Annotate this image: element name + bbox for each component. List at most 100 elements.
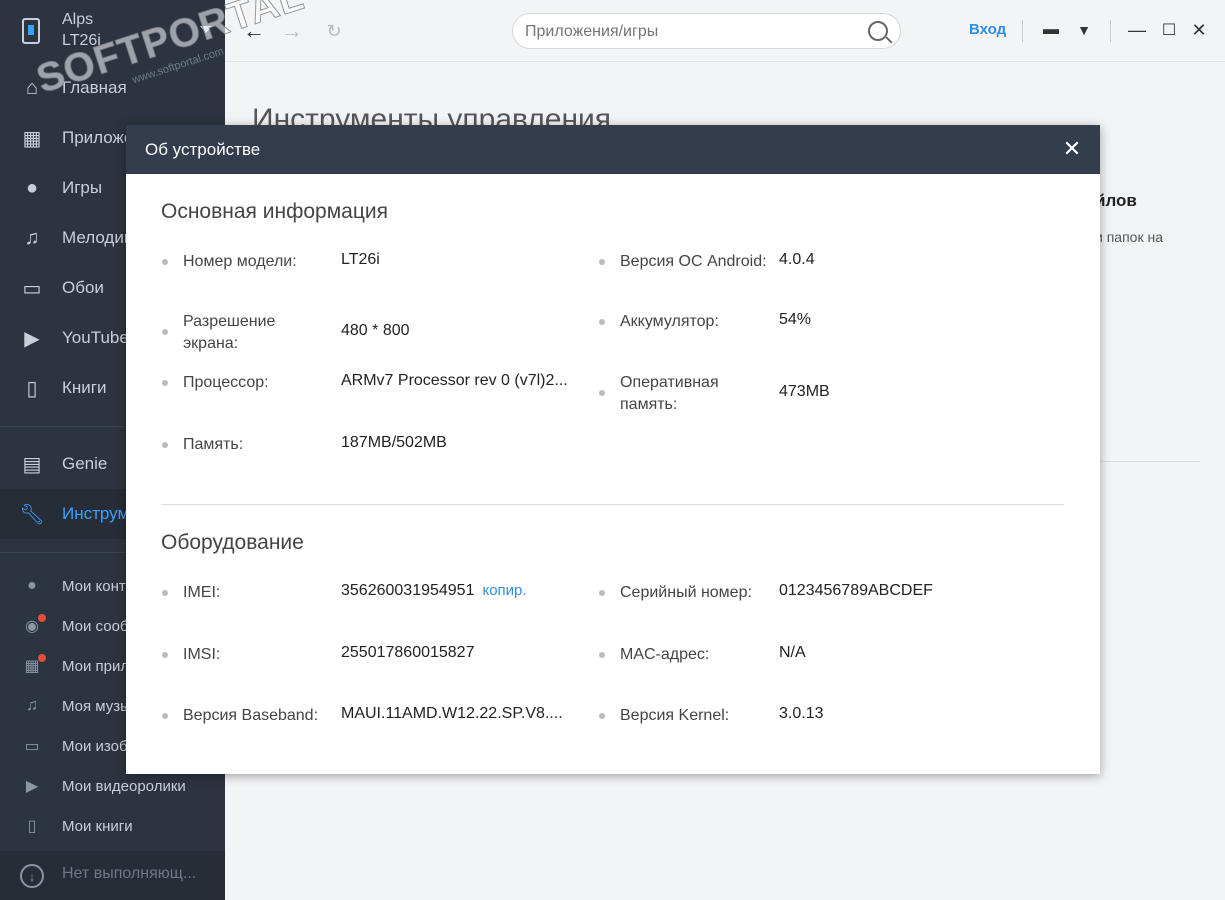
field-serial: Серийный номер: 0123456789ABCDEF — [599, 582, 1059, 632]
home-icon: ⌂ — [25, 76, 39, 99]
field-value: 3.0.13 — [779, 705, 824, 722]
bullet — [599, 713, 605, 719]
maximize-icon[interactable]: ☐ — [1157, 18, 1181, 42]
bullet — [162, 329, 168, 335]
field-model: Номер модели: LT26i — [162, 251, 592, 301]
top-bar: ← → ↻ Вход ▬ ▼ — ☐ ✕ — [225, 0, 1225, 62]
field-value: ARMv7 Processor rev 0 (v7l)2... — [341, 372, 568, 389]
card-description: и папок на — [1095, 229, 1163, 245]
field-label: Процессор: — [183, 374, 269, 391]
task-status-bar[interactable]: ↓ Нет выполняющ... — [0, 851, 225, 900]
menu-dropdown-icon[interactable]: ▼ — [1072, 18, 1096, 42]
field-value: 187MB/502MB — [341, 434, 447, 451]
field-resolution: Разрешение экрана: 480 * 800 — [162, 311, 592, 361]
bullet — [599, 390, 605, 396]
close-icon[interactable]: ✕ — [1060, 136, 1084, 161]
sidebar-item-label: Genie — [62, 454, 108, 473]
field-value: LT26i — [341, 251, 380, 268]
sidebar-item-label: Обои — [62, 278, 104, 297]
field-label: экрана: — [183, 335, 239, 352]
field-value: MAUI.11AMD.W12.22.SP.V8.... — [341, 705, 563, 722]
copy-imei-link[interactable]: копир. — [482, 582, 526, 599]
message-icon[interactable]: ▬ — [1039, 18, 1063, 42]
youtube-icon: ▶ — [24, 327, 40, 350]
field-label: память: — [620, 396, 678, 413]
field-label: Серийный номер: — [620, 584, 752, 601]
wallpaper-icon: ▭ — [22, 277, 42, 300]
search-box — [512, 13, 901, 49]
field-imei: IMEI: 356260031954951 копир. — [162, 582, 592, 632]
back-icon[interactable]: ← — [241, 18, 267, 44]
minimize-icon[interactable]: — — [1125, 18, 1149, 42]
card-title: йлов — [1095, 191, 1137, 210]
dialog-header: Об устройстве ✕ — [126, 125, 1100, 174]
field-value: N/A — [779, 644, 806, 661]
sidebar-item-label: Мелодии — [62, 228, 134, 247]
bullet — [162, 713, 168, 719]
toolbar-divider — [1110, 20, 1111, 42]
field-label: IMSI: — [183, 646, 221, 663]
bullet — [162, 590, 168, 596]
genie-icon: ▤ — [22, 453, 42, 476]
device-selector[interactable]: Alps LT26i — [0, 0, 225, 62]
bullet — [162, 442, 168, 448]
my-images-icon: ▭ — [24, 738, 40, 755]
bullet — [599, 590, 605, 596]
login-link[interactable]: Вход — [969, 21, 1006, 38]
download-icon: ↓ — [20, 864, 44, 888]
bullet — [599, 259, 605, 265]
device-info-dialog: Об устройстве ✕ Основная информация Номе… — [126, 125, 1100, 774]
section-title-hardware: Оборудование — [161, 531, 304, 554]
book-icon: ▯ — [26, 377, 38, 400]
close-window-icon[interactable]: ✕ — [1187, 18, 1211, 42]
field-imsi: IMSI: 255017860015827 — [162, 644, 592, 694]
sidebar-item-label: Мои книги — [62, 817, 133, 835]
field-label: IMEI: — [183, 584, 221, 601]
field-label: Память: — [183, 436, 244, 453]
field-battery: Аккумулятор: 54% — [599, 311, 1059, 361]
field-label: Номер модели: — [183, 253, 297, 270]
device-name: Alps — [62, 11, 94, 28]
bullet — [599, 319, 605, 325]
field-value: 54% — [779, 311, 812, 328]
forward-icon[interactable]: → — [279, 18, 305, 44]
sidebar-item-label: YouTube — [62, 328, 129, 347]
my-books-icon: ▯ — [27, 818, 37, 835]
field-label: Версия Kernel: — [620, 707, 730, 724]
notification-dot — [38, 654, 46, 662]
field-storage: Память: 187MB/502MB — [162, 434, 592, 484]
field-value: 255017860015827 — [341, 644, 475, 661]
section-divider — [161, 504, 1064, 505]
refresh-icon[interactable]: ↻ — [321, 18, 347, 44]
sidebar-item-my-books[interactable]: ▯ Мои книги — [0, 806, 225, 846]
search-icon[interactable] — [868, 21, 888, 41]
field-value: 480 * 800 — [341, 322, 410, 339]
bullet — [162, 259, 168, 265]
field-value: 356260031954951 — [341, 582, 475, 599]
sidebar-item-label: Главная — [62, 78, 127, 97]
field-label: Версия Baseband: — [183, 707, 319, 724]
task-status: Нет выполняющ... — [62, 865, 197, 882]
sidebar-item-home[interactable]: ⌂ Главная — [0, 63, 225, 113]
my-videos-icon: ▶ — [25, 778, 39, 795]
field-kernel: Версия Kernel: 3.0.13 — [599, 705, 1059, 755]
field-label: Разрешение — [183, 313, 276, 330]
field-label: Версия ОС Android: — [620, 253, 767, 270]
search-input[interactable] — [525, 21, 855, 43]
chevron-down-icon[interactable] — [200, 26, 212, 33]
field-label: Оперативная — [620, 374, 719, 391]
wrench-icon: 🔧︎ — [19, 503, 45, 526]
my-music-icon: ♫ — [26, 697, 38, 714]
bullet — [162, 652, 168, 658]
toolbar-divider — [1022, 20, 1023, 42]
sidebar-item-label: Книги — [62, 378, 107, 397]
music-icon: ♫ — [24, 226, 40, 249]
field-value: 4.0.4 — [779, 251, 815, 268]
field-label: Аккумулятор: — [620, 313, 719, 330]
field-processor: Процессор: ARMv7 Processor rev 0 (v7l)2.… — [162, 372, 592, 422]
bullet — [599, 652, 605, 658]
phone-icon — [22, 18, 40, 44]
field-value: 0123456789ABCDEF — [779, 582, 933, 599]
field-label: MAC-адрес: — [620, 646, 710, 663]
field-value: 473MB — [779, 383, 830, 400]
